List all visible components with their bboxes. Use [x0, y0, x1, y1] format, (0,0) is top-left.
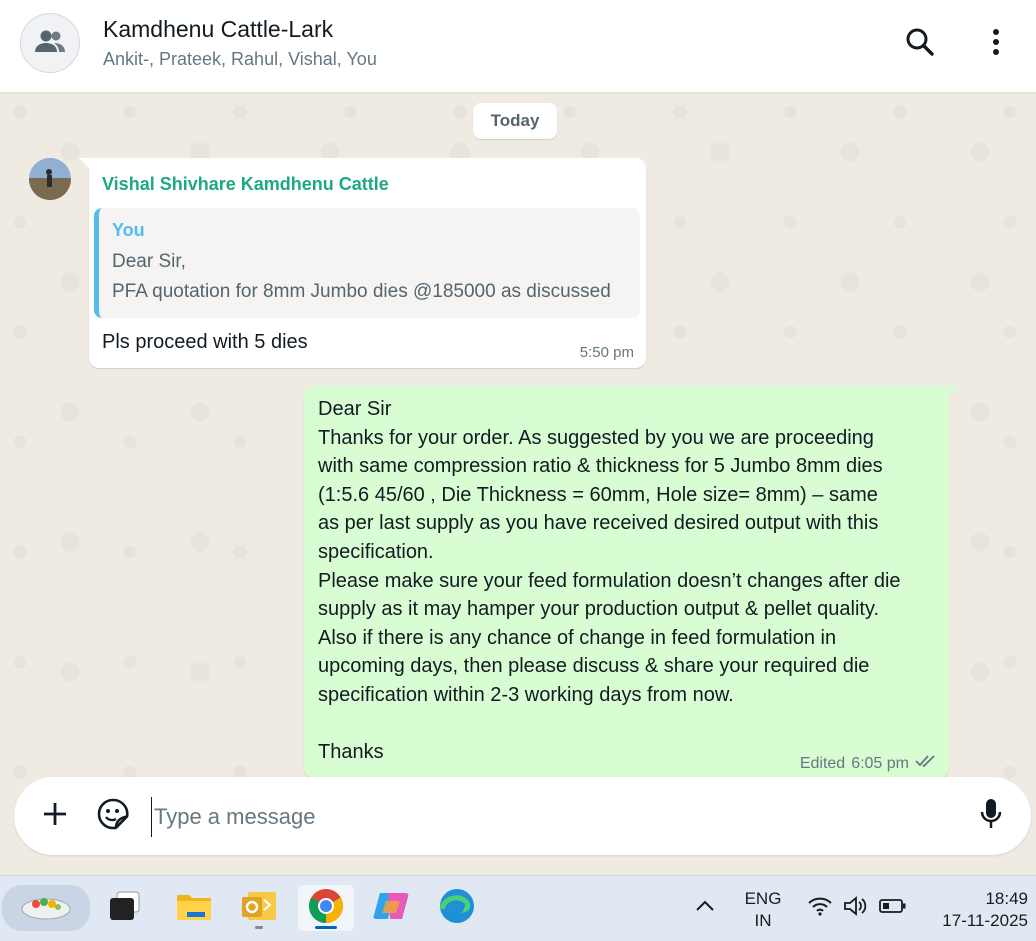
group-avatar[interactable] — [20, 13, 80, 73]
chrome-button[interactable] — [298, 885, 354, 931]
search-icon — [905, 27, 935, 62]
sticker-icon — [97, 798, 129, 835]
sticker-button[interactable] — [94, 797, 132, 835]
sender-name[interactable]: Vishal Shivhare Kamdhenu Cattle — [102, 174, 389, 195]
language-indicator[interactable]: ENG IN — [738, 888, 788, 932]
taskbar: ENG IN 18:49 17-11-2025 — [0, 875, 1036, 941]
group-icon — [34, 28, 66, 59]
search-button[interactable] — [900, 24, 940, 64]
edited-label: Edited — [799, 754, 846, 772]
message-line: Thanks for your order. As suggested by y… — [318, 426, 874, 449]
message-list[interactable]: Today Vishal Shivhare Kamdhenu Cattle Yo… — [0, 92, 1036, 875]
active-indicator — [315, 926, 337, 929]
widgets-button[interactable] — [2, 885, 90, 931]
message-input[interactable] — [151, 797, 936, 837]
message-composer — [14, 777, 1031, 855]
menu-button[interactable] — [976, 24, 1016, 64]
sender-avatar[interactable] — [29, 158, 71, 200]
quick-settings-button[interactable] — [802, 885, 912, 931]
plus-icon — [42, 801, 68, 832]
date-chip: Today — [473, 103, 557, 139]
clock[interactable]: 18:49 17-11-2025 — [922, 888, 1028, 932]
message-line: Dear Sir — [318, 398, 392, 420]
message-line: with same compression ratio & thickness … — [318, 455, 883, 478]
copilot-icon — [372, 889, 410, 928]
message-line: specification. — [318, 540, 434, 563]
clock-date: 17-11-2025 — [942, 911, 1028, 930]
volume-icon — [843, 895, 869, 922]
message-line — [318, 710, 946, 739]
bubble-tail — [79, 158, 91, 170]
running-indicator — [255, 926, 263, 929]
quote-text-line: PFA quotation for 8mm Jumbo dies @185000… — [112, 281, 611, 302]
message-text: Pls proceed with 5 dies — [102, 331, 308, 353]
task-view-button[interactable] — [101, 885, 149, 931]
message-line: specification within 2-3 working days fr… — [318, 683, 734, 706]
language-code: ENG — [744, 889, 782, 908]
message-time: 6:05 pm — [851, 754, 909, 772]
region-code: IN — [754, 911, 772, 930]
file-explorer-icon — [175, 890, 213, 927]
clock-time: 18:49 — [985, 889, 1028, 908]
message-text: Dear Sir Thanks for your order. As sugge… — [318, 395, 946, 767]
message-line: Also if there is any chance of change in… — [318, 626, 837, 649]
message-meta: Edited 6:05 pm — [800, 754, 937, 773]
voice-record-button[interactable] — [972, 797, 1010, 835]
chrome-icon — [307, 887, 345, 930]
edge-icon — [438, 887, 476, 930]
quote-author: You — [112, 220, 145, 240]
battery-icon — [879, 898, 907, 919]
message-line: Please make sure your feed formulation d… — [318, 569, 901, 592]
bubble-tail — [947, 386, 959, 398]
message-line: supply as it may hamper your production … — [318, 598, 880, 621]
chat-title[interactable]: Kamdhenu Cattle-Lark — [103, 16, 333, 43]
chat-members[interactable]: Ankit-, Prateek, Rahul, Vishal, You — [103, 49, 377, 70]
file-explorer-button[interactable] — [170, 885, 218, 931]
outlook-button[interactable] — [235, 885, 283, 931]
quoted-message[interactable]: You Dear Sir, PFA quotation for 8mm Jumb… — [94, 208, 640, 318]
more-vertical-icon — [992, 28, 1000, 61]
edge-button[interactable] — [433, 885, 481, 931]
double-check-icon — [915, 754, 937, 773]
message-line: (1:5.6 45/60 , Die Thickness = 60mm, Hol… — [318, 483, 878, 506]
attach-button[interactable] — [36, 797, 74, 835]
quote-text-line: Dear Sir, — [112, 251, 186, 272]
outlook-icon — [240, 888, 278, 929]
chevron-up-icon — [695, 899, 715, 917]
wifi-icon — [807, 896, 833, 921]
message-time: 5:50 pm — [579, 344, 634, 361]
widgets-icon — [20, 891, 72, 926]
incoming-message[interactable]: Vishal Shivhare Kamdhenu Cattle You Dear… — [79, 158, 646, 368]
task-view-icon — [107, 890, 143, 927]
message-line: as per last supply as you have received … — [318, 512, 879, 535]
chat-header: Kamdhenu Cattle-Lark Ankit-, Prateek, Ra… — [0, 0, 1036, 92]
microphone-icon — [979, 798, 1003, 835]
message-line: upcoming days, then please discuss & sha… — [318, 655, 870, 678]
copilot-button[interactable] — [367, 885, 415, 931]
outgoing-message[interactable]: Dear Sir Thanks for your order. As sugge… — [304, 386, 959, 778]
show-hidden-icons-button[interactable] — [684, 885, 726, 931]
